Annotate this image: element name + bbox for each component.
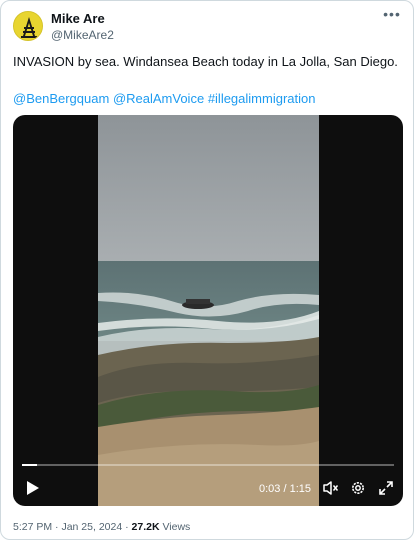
- settings-icon[interactable]: [349, 479, 367, 497]
- video-player[interactable]: 0:03 / 1:15: [13, 115, 403, 506]
- play-icon[interactable]: [21, 477, 43, 499]
- progress-bar[interactable]: [22, 464, 394, 466]
- video-frame[interactable]: [98, 115, 319, 506]
- tweet-card: Mike Are @MikeAre2 ••• INVASION by sea. …: [0, 0, 414, 540]
- video-time: 0:03 / 1:15: [259, 483, 311, 495]
- tweet-mentions: @BenBergquam @RealAmVoice #illegalimmigr…: [13, 90, 403, 107]
- post-date[interactable]: Jan 25, 2024: [61, 521, 122, 533]
- views-label: Views: [162, 521, 191, 533]
- tweet-text: INVASION by sea. Windansea Beach today i…: [13, 54, 398, 69]
- hashtag-link[interactable]: #illegalimmigration: [208, 91, 316, 106]
- duration: 1:15: [289, 483, 312, 495]
- avatar[interactable]: [13, 11, 43, 41]
- views-count: 27.2K: [131, 521, 160, 533]
- fullscreen-icon[interactable]: [377, 479, 395, 497]
- separator-dot: ·: [55, 521, 59, 533]
- post-time[interactable]: 5:27 PM: [13, 521, 52, 533]
- current-time: 0:03: [259, 483, 281, 495]
- mute-icon[interactable]: [322, 479, 340, 497]
- separator-dot: ·: [125, 521, 129, 533]
- more-icon[interactable]: •••: [381, 7, 403, 23]
- progress-fill: [22, 464, 37, 466]
- time-separator: /: [283, 483, 287, 495]
- author-name[interactable]: Mike Are: [51, 11, 105, 26]
- tweet-footer: 5:27 PM · Jan 25, 2024 · 27.2K Views: [13, 521, 190, 533]
- mention-link[interactable]: @RealAmVoice: [113, 91, 204, 106]
- mention-link[interactable]: @BenBergquam: [13, 91, 109, 106]
- author-handle[interactable]: @MikeAre2: [51, 28, 114, 42]
